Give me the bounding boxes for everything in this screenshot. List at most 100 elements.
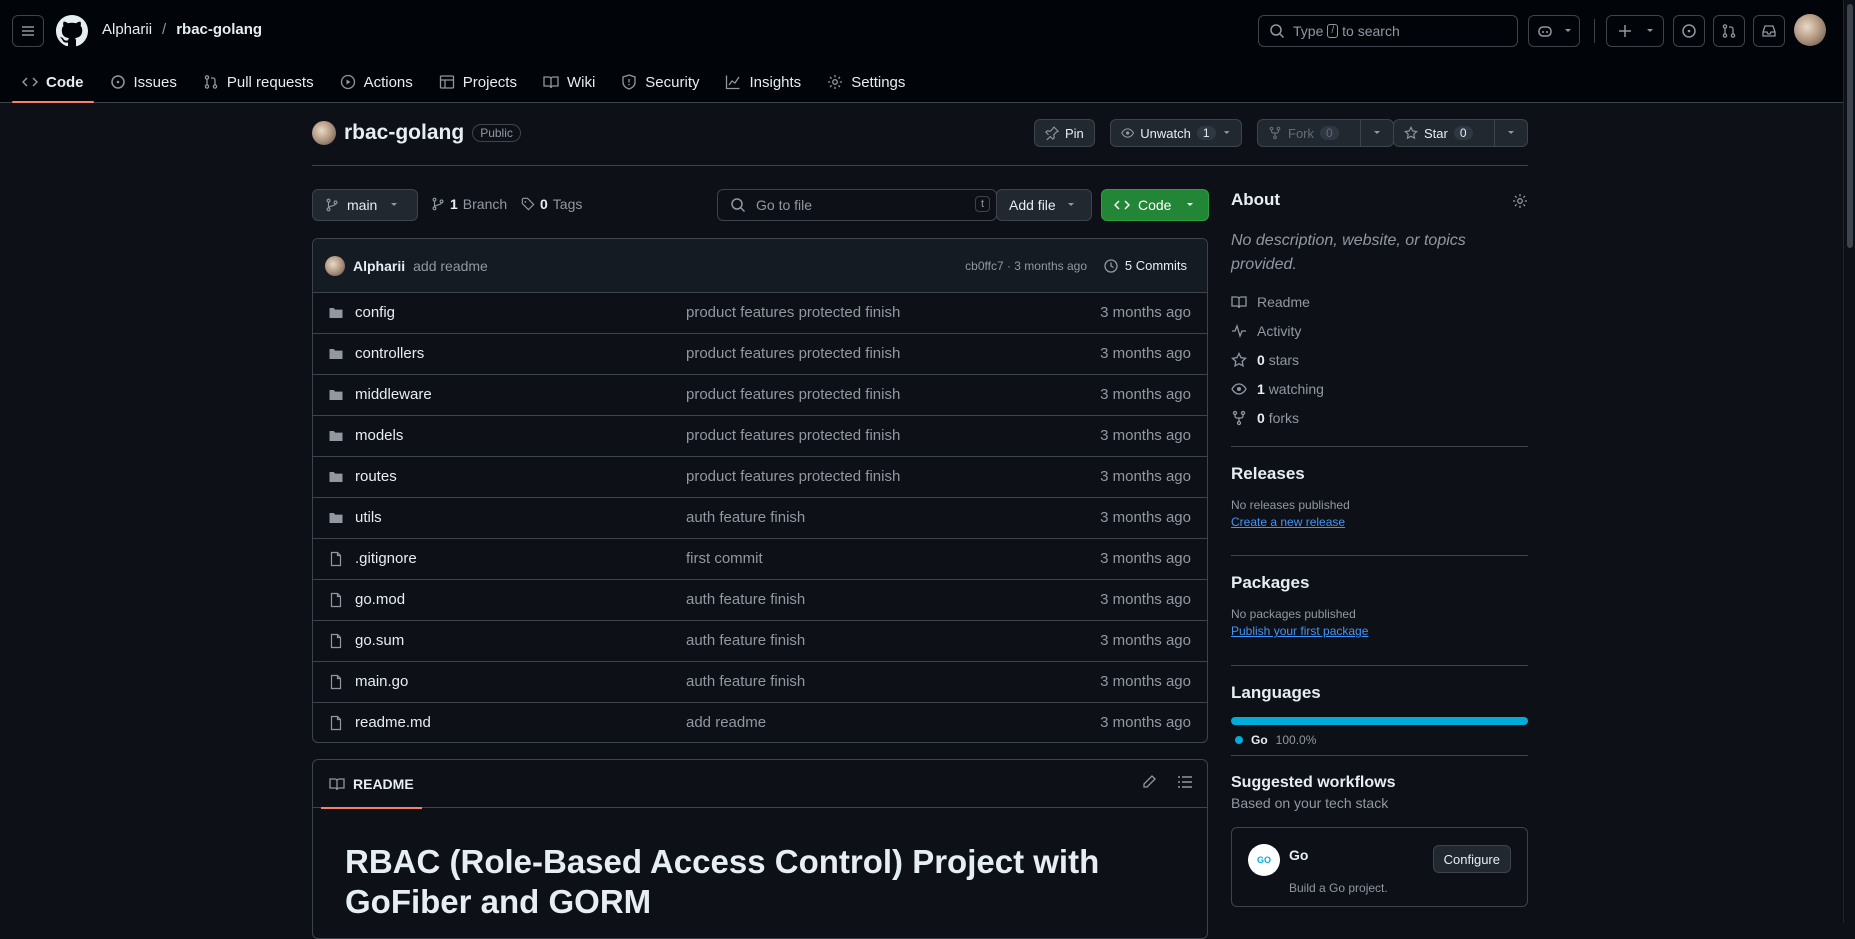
breadcrumb-repo[interactable]: rbac-golang	[176, 21, 262, 38]
tab-issues[interactable]: Issues	[100, 62, 187, 102]
file-name[interactable]: go.sum	[355, 632, 404, 649]
file-row[interactable]: middleware product features protected fin…	[313, 375, 1207, 416]
star-button[interactable]: Star 0	[1393, 119, 1495, 147]
file-name[interactable]: middleware	[355, 386, 432, 403]
readme-link[interactable]: Readme	[1231, 287, 1528, 316]
file-row[interactable]: .gitignore first commit 3 months ago	[313, 539, 1207, 580]
add-file-button[interactable]: Add file	[996, 189, 1092, 221]
file-commit-message[interactable]: auth feature finish	[686, 509, 805, 526]
commit-sha-time[interactable]: cb0ffc7 · 3 months ago	[965, 259, 1087, 273]
file-icon	[328, 715, 344, 731]
commit-author[interactable]: Alpharii	[353, 258, 405, 274]
file-row[interactable]: utils auth feature finish 3 months ago	[313, 498, 1207, 539]
go-to-file-placeholder: Go to file	[756, 197, 813, 213]
file-name[interactable]: main.go	[355, 673, 408, 690]
page-scrollbar[interactable]	[1843, 0, 1855, 923]
fork-button[interactable]: Fork 0	[1257, 119, 1361, 147]
search-input[interactable]: Type / to search	[1258, 15, 1518, 47]
file-commit-message[interactable]: product features protected finish	[686, 386, 900, 403]
file-commit-message[interactable]: first commit	[686, 550, 763, 567]
copilot-button[interactable]	[1528, 15, 1580, 47]
branches-link[interactable]: 1 Branch	[431, 196, 507, 212]
tab-insights[interactable]: Insights	[715, 62, 811, 102]
commit-author-avatar[interactable]	[325, 255, 345, 276]
file-name[interactable]: go.mod	[355, 591, 405, 608]
forks-link[interactable]: 0 forks	[1231, 403, 1528, 432]
tab-label: Insights	[749, 73, 802, 91]
file-row[interactable]: routes product features protected finish 3…	[313, 457, 1207, 498]
packages-title[interactable]: Packages	[1231, 573, 1528, 593]
file-name[interactable]: config	[355, 304, 395, 321]
configure-button[interactable]: Configure	[1432, 845, 1511, 873]
inbox-button[interactable]	[1753, 15, 1785, 47]
book-icon	[1231, 295, 1247, 308]
create-release-link[interactable]: Create a new release	[1231, 515, 1528, 529]
file-name[interactable]: models	[355, 427, 403, 444]
pin-button[interactable]: Pin	[1034, 119, 1095, 147]
file-row[interactable]: go.mod auth feature finish 3 months ago	[313, 580, 1207, 621]
file-name[interactable]: readme.md	[355, 714, 431, 731]
file-name[interactable]: routes	[355, 468, 397, 485]
pull-requests-button[interactable]	[1713, 15, 1745, 47]
file-commit-date: 3 months ago	[1100, 714, 1191, 731]
releases-title[interactable]: Releases	[1231, 464, 1528, 484]
tab-pull-requests[interactable]: Pull requests	[193, 62, 324, 102]
repo-name[interactable]: rbac-golang	[344, 121, 464, 145]
file-commit-message[interactable]: product features protected finish	[686, 345, 900, 362]
commit-message[interactable]: add readme	[413, 258, 488, 274]
go-to-file-input[interactable]: Go to file t	[717, 189, 997, 221]
file-commit-message[interactable]: auth feature finish	[686, 591, 805, 608]
star-dropdown-button[interactable]	[1494, 119, 1528, 147]
scrollbar-thumb[interactable]	[1847, 4, 1853, 248]
tab-wiki[interactable]: Wiki	[533, 62, 605, 102]
file-name[interactable]: utils	[355, 509, 382, 526]
language-item-go[interactable]: Go 100.0%	[1231, 733, 1528, 747]
readme-heading: RBAC (Role-Based Access Control) Project…	[345, 843, 1100, 920]
owner-avatar[interactable]	[312, 121, 336, 145]
fork-dropdown-button[interactable]	[1360, 119, 1394, 147]
tab-settings[interactable]: Settings	[817, 62, 915, 102]
branch-label: Branch	[462, 196, 508, 212]
file-commit-message[interactable]: product features protected finish	[686, 304, 900, 321]
tab-code[interactable]: Code	[12, 62, 94, 103]
file-row[interactable]: controllers product features protected fi…	[313, 334, 1207, 375]
code-button[interactable]: Code	[1101, 189, 1209, 221]
file-name[interactable]: controllers	[355, 345, 424, 362]
file-row[interactable]: models product features protected finish 3…	[313, 416, 1207, 457]
file-commit-message[interactable]: add readme	[686, 714, 766, 731]
outline-button[interactable]	[1177, 774, 1193, 790]
menu-button[interactable]	[12, 15, 44, 47]
file-commit-message[interactable]: auth feature finish	[686, 673, 805, 690]
pull-request-icon	[1722, 24, 1736, 38]
file-commit-date: 3 months ago	[1100, 509, 1191, 526]
readme-tab[interactable]: README	[321, 760, 422, 809]
file-commit-message[interactable]: product features protected finish	[686, 468, 900, 485]
publish-package-link[interactable]: Publish your first package	[1231, 624, 1528, 638]
user-avatar[interactable]	[1794, 14, 1826, 46]
github-logo[interactable]	[56, 15, 88, 47]
file-row[interactable]: go.sum auth feature finish 3 months ago	[313, 621, 1207, 662]
branch-select[interactable]: main	[312, 189, 418, 221]
file-row[interactable]: main.go auth feature finish 3 months ago	[313, 662, 1207, 703]
tab-security[interactable]: Security	[611, 62, 709, 102]
tab-actions[interactable]: Actions	[330, 62, 423, 102]
file-row[interactable]: config product features protected finish 3…	[313, 293, 1207, 334]
breadcrumb-owner[interactable]: Alpharii	[102, 21, 152, 38]
create-new-button[interactable]	[1606, 15, 1664, 47]
watching-link[interactable]: 1 watching	[1231, 374, 1528, 403]
file-commit-message[interactable]: product features protected finish	[686, 427, 900, 444]
file-commit-message[interactable]: auth feature finish	[686, 632, 805, 649]
languages-section: Languages Go 100.0%	[1231, 666, 1528, 755]
activity-link[interactable]: Activity	[1231, 316, 1528, 345]
edit-readme-button[interactable]	[1141, 774, 1157, 790]
stars-link[interactable]: 0 stars	[1231, 345, 1528, 374]
edit-about-button[interactable]	[1512, 193, 1528, 209]
tags-link[interactable]: 0 Tags	[521, 196, 582, 212]
unwatch-button[interactable]: Unwatch 1	[1110, 119, 1242, 147]
file-row[interactable]: readme.md add readme 3 months ago	[313, 703, 1207, 742]
code-button-label: Code	[1138, 197, 1172, 213]
file-name[interactable]: .gitignore	[355, 550, 417, 567]
issues-button[interactable]	[1673, 15, 1705, 47]
tab-projects[interactable]: Projects	[429, 62, 527, 102]
commits-link[interactable]: 5 Commits	[1103, 258, 1187, 274]
